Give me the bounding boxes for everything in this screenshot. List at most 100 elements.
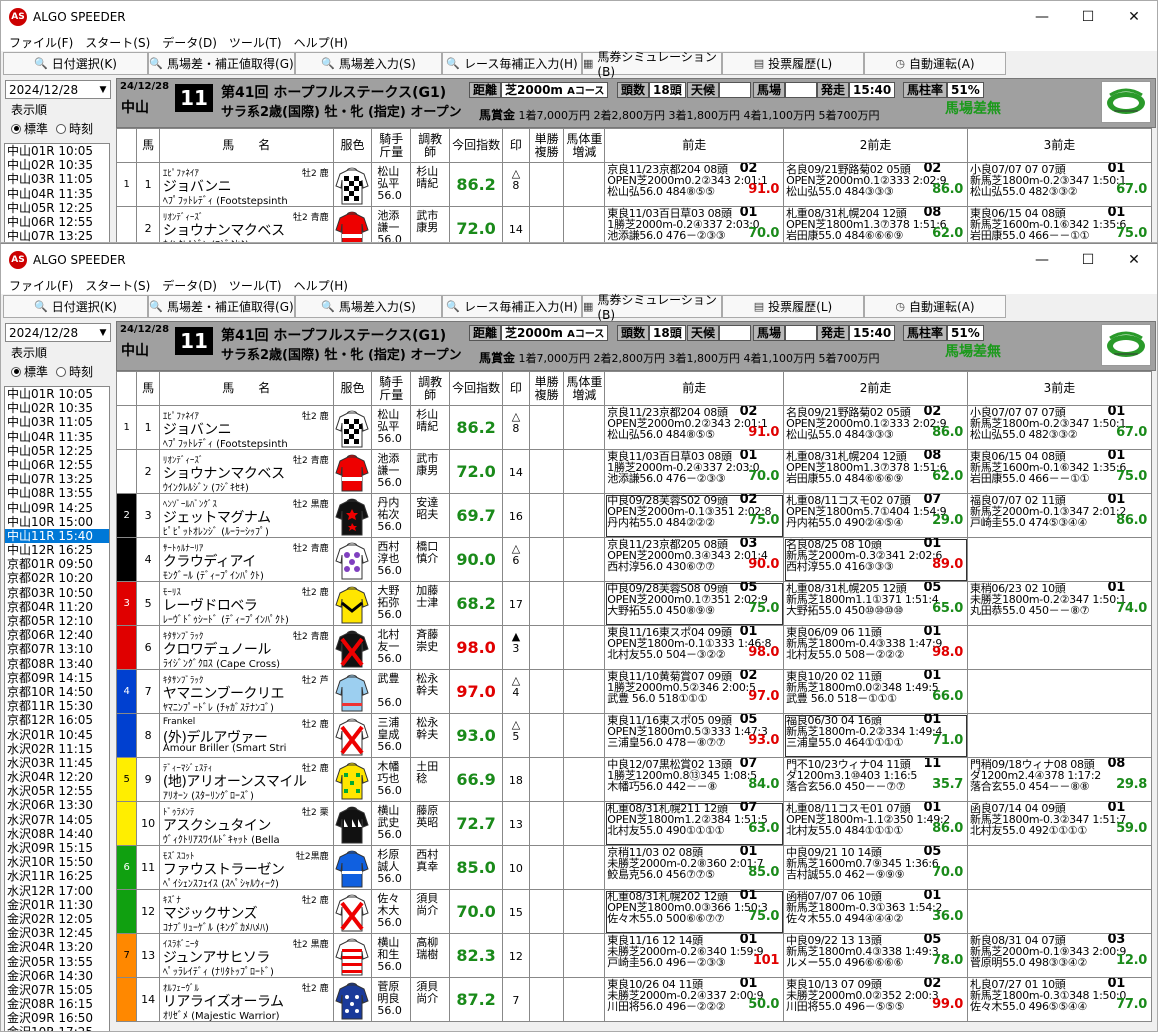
col-prev3[interactable]: 3前走 [967,128,1152,163]
past-race-2[interactable]: 中良09/22 13 13頭 新馬芝1800m0.4③338 1:49:3 ルメー5… [783,933,968,978]
past-race-2[interactable]: 札重08/31札幌204 12頭 OPEN芝1800m1.3⑦378 1:51:6… [783,449,968,494]
col-index[interactable]: 今回指数 [449,128,504,163]
past-race-2[interactable]: 札重08/11コスモ01 07頭 OPEN芝1800m-1.1②350 1:49:… [783,801,968,846]
col-trainer[interactable]: 調教 師 [410,128,451,163]
past-race-2[interactable]: 中良09/21 10 14頭 新馬芝1600m0.7⑨345 1:36:6 吉村誠5… [783,845,968,890]
race-list-item[interactable]: 金沢01R 11:30 [5,898,109,912]
race-list-item[interactable]: 金沢05R 13:55 [5,955,109,969]
col-umaban[interactable]: 馬 [136,128,160,163]
col-mark[interactable]: 印 [502,371,530,406]
menu-file[interactable]: ファイル(F) [5,277,81,294]
past-race-2[interactable]: 東良10/20 02 11頭 新馬芝1800m0.0②348 1:49:5 武豊 5… [783,669,968,714]
race-list-item[interactable]: 中山08R 13:55 [5,486,109,500]
race-list-item[interactable]: 水沢05R 12:55 [5,784,109,798]
race-list-item[interactable]: 水沢04R 12:20 [5,770,109,784]
toolbar-button-4[interactable]: ▦ 馬券シミュレーション(B) [582,293,722,322]
horse-name-cell[interactable]: ｴﾋﾟﾌｧﾈｲｱ 牡2 鹿ジョバンニ ﾍﾌﾟﾌｯﾄﾚﾃﾞｨ (Footstepsin… [158,162,334,207]
radio-standard[interactable]: 標準 [11,363,48,380]
past-race-1[interactable]: 東良11/16 12 14頭 未勝芝2000m-0.2⑥340 1:59:9 戸崎圭… [604,933,785,978]
race-list[interactable]: 中山01R 10:05 中山02R 10:35 中山03R 11:05 中山04R 1… [4,143,110,242]
radio-standard[interactable]: 標準 [11,120,48,137]
past-race-1[interactable]: 東良11/03百日草03 08頭 1勝芝2000m-0.2④337 2:03:0 池… [604,206,785,242]
race-list-item[interactable]: 水沢06R 13:30 [5,798,109,812]
col-silk[interactable]: 服色 [332,371,373,406]
past-race-3[interactable] [967,845,1152,890]
race-list-item[interactable]: 中山03R 11:05 [5,172,109,186]
close-button[interactable]: ✕ [1111,244,1157,276]
col-odds[interactable]: 単勝 複勝 [528,371,565,406]
minimize-button[interactable]: — [1019,244,1065,276]
past-race-2[interactable]: 名良09/21野路菊02 05頭 OPEN芝2000m0.1②333 2:02:9… [783,405,968,450]
toolbar-button-1[interactable]: 🔍 馬場差・補正値取得(G) [148,52,295,75]
toolbar-button-1[interactable]: 🔍 馬場差・補正値取得(G) [148,295,295,318]
col-umaban[interactable]: 馬 [136,371,160,406]
toolbar-button-5[interactable]: ▤ 投票履歴(L) [722,295,864,318]
past-race-1[interactable]: 京良11/23京都205 08頭 OPEN芝2000m0.3④343 2:01:4… [604,537,785,582]
maximize-button[interactable]: ☐ [1065,244,1111,276]
race-list-item[interactable]: 中山06R 12:55 [5,458,109,472]
col-prev2[interactable]: 2前走 [783,371,968,406]
race-list-item[interactable]: 中山10R 15:00 [5,515,109,529]
past-race-1[interactable]: 中良09/28芙蓉S02 09頭 OPEN芝2000m-0.1③351 2:02:… [604,493,785,538]
col-horse-name[interactable]: 馬 名 [158,371,334,406]
mark[interactable]: 16 [502,493,530,538]
past-race-1[interactable]: 東良11/10黄菊賞07 09頭 1勝芝2000m0.5②346 2:00:5 武豊… [604,669,785,714]
close-button[interactable]: ✕ [1111,1,1157,33]
past-race-3[interactable] [967,713,1152,758]
race-list-item[interactable]: 中山05R 12:25 [5,444,109,458]
race-list-item[interactable]: 中山05R 12:25 [5,201,109,215]
mark[interactable]: 17 [502,581,530,626]
past-race-3[interactable]: 小良07/07 07 07頭 新馬芝1800m-0.2③347 1:50:1 松山弘… [967,162,1152,207]
maximize-button[interactable]: ☐ [1065,1,1111,33]
horse-name-cell[interactable]: ｻｰﾄｩﾙﾅｰﾘｱ 牡2 青鹿 クラウディアイ ﾓﾝｸﾞｰﾙ (ﾃﾞｨｰﾌﾟｲﾝﾊﾟｸ… [158,537,334,582]
past-race-1[interactable]: 京稍11/03 02 08頭 未勝芝2000m-0.2⑧360 2:01:7 鮫島克… [604,845,785,890]
col-silk[interactable]: 服色 [332,128,373,163]
table-row[interactable]: 12 ｷｽﾞﾅ 牡2 鹿マジックサンズ ｺﾅﾌﾞﾘｭｰｹﾞﾙ (ｷﾝｸﾞｶﾒﾊﾒﾊ) 佐… [116,889,1152,934]
col-weight[interactable]: 馬体重 増減 [563,371,606,406]
race-list-item[interactable]: 中山04R 11:35 [5,187,109,201]
table-row[interactable]: 4 ｻｰﾄｩﾙﾅｰﾘｱ 牡2 青鹿 クラウディアイ ﾓﾝｸﾞｰﾙ (ﾃﾞｨｰﾌﾟｲﾝﾊﾟ… [116,537,1152,582]
race-list-item[interactable]: 水沢12R 17:00 [5,884,109,898]
col-index[interactable]: 今回指数 [449,371,504,406]
race-list-item[interactable]: 中山11R 15:40 [5,528,109,544]
col-prev1[interactable]: 前走 [604,128,785,163]
menu-help[interactable]: ヘルプ(H) [290,277,356,294]
race-list-item[interactable]: 水沢08R 14:40 [5,827,109,841]
mark[interactable]: 7 [502,977,530,1022]
menu-start[interactable]: スタート(S) [81,34,158,51]
past-race-3[interactable]: 札良07/27 01 10頭 新馬芝1800m-0.3①348 1:50:0 佐々木… [967,977,1152,1022]
table-row[interactable]: 10 ﾄﾞｩﾗﾒﾝﾃ 牡2 栗アスクシュタイン ｳﾞｨｸﾄﾘｱｽﾜｲﾙﾄﾞｷｬｯﾄ (… [116,801,1152,846]
past-race-2[interactable]: 札重08/11コスモ02 07頭 OPEN芝1800m5.7①404 1:54:9… [783,493,968,538]
horse-name-cell[interactable]: ﾍﾝｿﾞｰﾙﾊﾞﾝｸﾞｽ 牡2 黒鹿 ジェットマグナム ﾋﾟﾋﾟｯﾄｵﾚﾝｼﾞ (ﾙｰ… [158,493,334,538]
horse-name-cell[interactable]: ﾘｵﾝﾃﾞｨｰｽﾞ牡2 青鹿ショウナンマクベスｳｲﾝｸﾚﾙｼﾞﾝ (ﾌｼﾞｷｾｷ… [158,206,334,242]
race-list-item[interactable]: 金沢09R 16:50 [5,1011,109,1025]
past-race-1[interactable]: 札重08/31札幌202 12頭 OPEN芝1800m0.0③366 1:50:3… [604,889,785,934]
menu-data[interactable]: データ(D) [158,277,225,294]
past-race-3[interactable] [967,669,1152,714]
race-list-item[interactable]: 水沢11R 16:25 [5,869,109,883]
col-prev3[interactable]: 3前走 [967,371,1152,406]
race-list-item[interactable]: 京都07R 13:10 [5,642,109,656]
race-list-item[interactable]: 京都05R 12:10 [5,614,109,628]
race-list-item[interactable]: 中山04R 11:35 [5,430,109,444]
past-race-2[interactable]: 名良09/21野路菊02 05頭 OPEN芝2000m0.1②333 2:02:9… [783,162,968,207]
race-list-item[interactable]: 京都02R 10:20 [5,571,109,585]
mark[interactable]: 12 [502,933,530,978]
race-list-item[interactable]: 水沢07R 14:05 [5,813,109,827]
past-race-2[interactable]: 福良06/30 04 16頭 新馬芝1800m-0.2②334 1:49:4 三浦皇… [783,713,968,758]
toolbar-button-2[interactable]: 🔍 馬場差入力(S) [295,295,442,318]
past-race-3[interactable]: 東稍06/23 02 10頭 未勝芝1800m-0.2②347 1:50:1 丸田恭… [967,581,1152,626]
race-list-item[interactable]: 金沢07R 15:05 [5,983,109,997]
table-row[interactable]: 3 5 ﾓｰﾘｽ 牡2 鹿レーヴドロベラ ﾚｰｳﾞﾄﾞｩｼｰﾄﾞ (ﾃﾞｨｰﾌﾟｲﾝﾊﾟ… [116,581,1152,626]
horse-name-cell[interactable]: ﾘｵﾝﾃﾞｨｰｽﾞ牡2 青鹿ショウナンマクベスｳｲﾝｸﾚﾙｼﾞﾝ (ﾌｼﾞｷｾｷ… [158,449,334,494]
race-list-item[interactable]: 水沢01R 10:45 [5,728,109,742]
mark[interactable]: 15 [502,889,530,934]
race-list-item[interactable]: 京都04R 11:20 [5,600,109,614]
race-list-item[interactable]: 水沢10R 15:50 [5,855,109,869]
race-list-item[interactable]: 金沢06R 14:30 [5,969,109,983]
past-race-2[interactable]: 東良06/09 06 11頭 新馬芝1800m-0.4③338 1:47:9 北村友… [783,625,968,670]
mark[interactable]: 13 [502,801,530,846]
table-row[interactable]: 6 ｷﾀｻﾝﾌﾞﾗｯｸ 牡2 青鹿 クロワデュノール ﾗｲｼﾞﾝｸﾞｸﾛｽ (Cape … [116,625,1152,670]
horse-name-cell[interactable]: ﾃﾞｨｰﾏｼﾞｪｽﾃｨ 牡2 鹿 (地)アリオーンスマイル ｱﾘｵｰﾝ (ｽﾀｰﾘﾝｸ… [158,757,334,802]
race-list-item[interactable]: 中山02R 10:35 [5,401,109,415]
